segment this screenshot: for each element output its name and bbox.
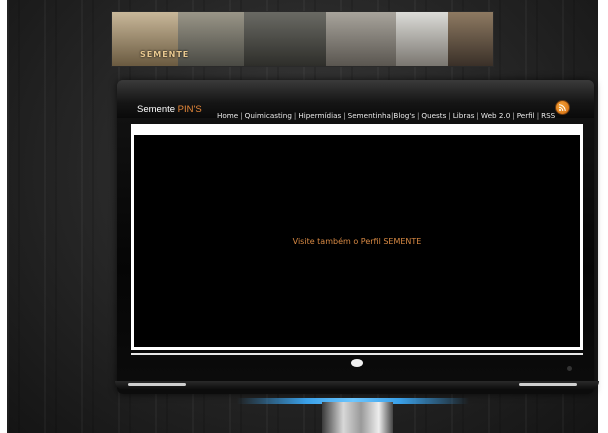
nav-hipermidias[interactable]: Hipermídias — [298, 111, 341, 120]
speaker-right — [519, 383, 577, 386]
banner-photo-5 — [396, 12, 448, 66]
promo-text[interactable]: Visite também o Perfil SEMENTE — [134, 237, 580, 246]
rss-icon[interactable] — [555, 100, 570, 115]
banner-photo-6 — [448, 12, 493, 66]
brand-accent: PIN'S — [177, 104, 202, 115]
nav-libras[interactable]: Libras — [453, 111, 475, 120]
tv-frame: Semente PIN'S Home | Quimicasting | Hipermíd… — [117, 80, 594, 394]
nav-perfil[interactable]: Perfil — [517, 111, 535, 120]
speaker-left — [128, 383, 186, 386]
nav-menu: Home | Quimicasting | Hipermídias | Sementinha… — [217, 111, 555, 120]
tv-stand — [322, 402, 393, 433]
page-background: SEMENTE Semente PIN'S Home | Quimicasting |… — [7, 0, 599, 433]
banner-logo: SEMENTE — [140, 50, 190, 59]
tv-screen[interactable]: Visite também o Perfil SEMENTE — [134, 135, 580, 347]
nav-home[interactable]: Home — [217, 111, 238, 120]
banner-photo-3 — [244, 12, 326, 66]
brand-primary: Semente — [137, 104, 176, 115]
tv-logo-icon — [351, 359, 363, 367]
nav-rss[interactable]: RSS — [541, 111, 555, 120]
nav-quimicasting[interactable]: Quimicasting — [245, 111, 292, 120]
nav-blogs[interactable]: Blog's — [393, 111, 415, 120]
nav-quests[interactable]: Quests — [421, 111, 446, 120]
banner-photo-4 — [326, 12, 396, 66]
nav-web20[interactable]: Web 2.0 — [481, 111, 510, 120]
header-banner-photos: SEMENTE — [111, 11, 494, 67]
power-icon — [567, 366, 572, 371]
nav-sementinha[interactable]: Sementinha — [348, 111, 391, 120]
site-brand[interactable]: Semente PIN'S — [137, 104, 202, 115]
screen-bottom-bar — [131, 353, 583, 355]
